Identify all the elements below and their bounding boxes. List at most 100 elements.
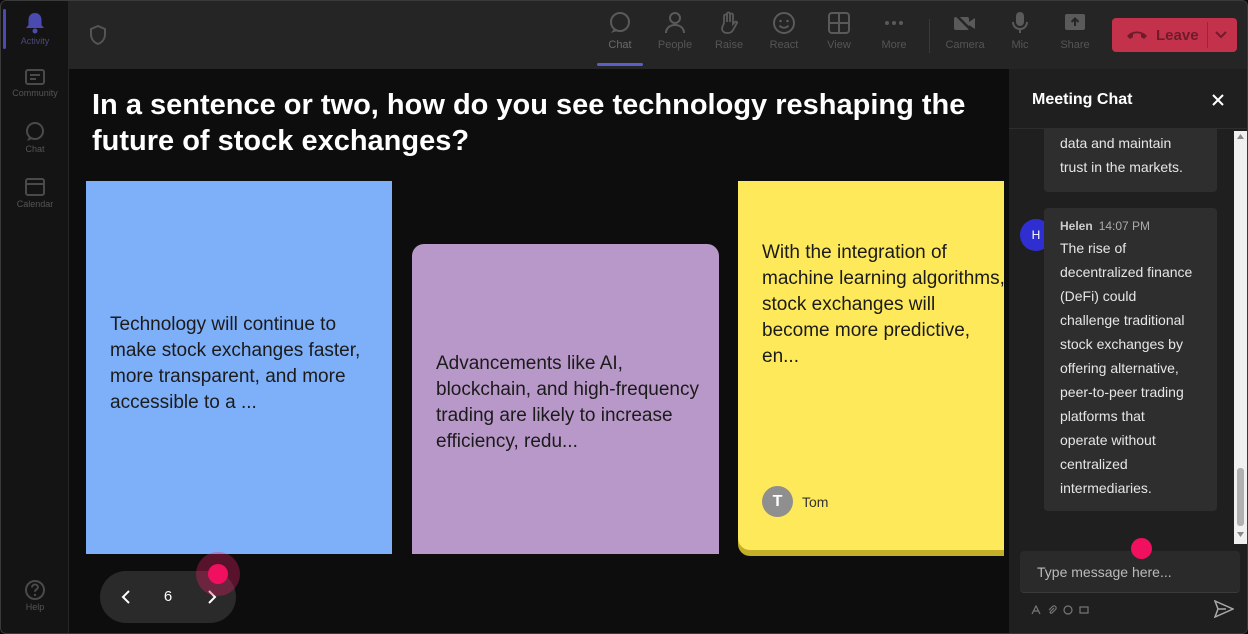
chat-header: Meeting Chat bbox=[1009, 69, 1247, 129]
message-line: (DeFi) could bbox=[1060, 288, 1137, 304]
card-text-line: machine learning algorithms, bbox=[762, 268, 1004, 289]
scroll-up-arrow-icon[interactable] bbox=[1237, 133, 1244, 140]
chat-scrollbar[interactable] bbox=[1234, 131, 1247, 544]
message-line: operate without bbox=[1060, 432, 1156, 448]
card-text: Technology will continue to make stock e… bbox=[110, 314, 361, 413]
page-number: 6 bbox=[163, 588, 173, 605]
phone-hangup-icon bbox=[1127, 31, 1147, 39]
share-screen-icon bbox=[1065, 14, 1085, 30]
toolbar-raise-button[interactable]: Raise bbox=[705, 11, 753, 61]
chat-format-tools bbox=[1031, 605, 1089, 615]
chat-message-input[interactable]: Type message here... bbox=[1020, 551, 1240, 593]
chat-messages: data and maintain trust in the markets. … bbox=[1009, 129, 1247, 544]
toolbar-divider bbox=[929, 19, 930, 53]
toolbar-more-button[interactable]: More bbox=[870, 11, 918, 61]
response-card[interactable]: Advancements like AI, blockchain, and hi… bbox=[412, 244, 719, 554]
toolbar-camera-button[interactable]: Camera bbox=[941, 11, 989, 61]
rail-label: Activity bbox=[20, 36, 50, 46]
message-line: platforms that bbox=[1060, 408, 1145, 424]
community-icon bbox=[25, 69, 45, 85]
rail-label: Community bbox=[12, 88, 58, 98]
card-text-line: With the integration of bbox=[762, 242, 947, 263]
toolbar-label: Camera bbox=[945, 39, 985, 51]
toolbar-label: People bbox=[657, 39, 693, 51]
rail-label: Calendar bbox=[16, 199, 54, 209]
response-card[interactable]: With the integration of machine learning… bbox=[738, 181, 1004, 550]
hand-icon bbox=[721, 11, 738, 34]
toolbar-label: Share bbox=[1060, 39, 1090, 51]
chevron-left-icon[interactable] bbox=[118, 588, 136, 606]
avatar: T bbox=[762, 486, 793, 517]
camera-off-icon bbox=[954, 13, 975, 34]
card-text: Advancements like AI, blockchain, and hi… bbox=[436, 353, 700, 452]
attach-icon[interactable] bbox=[1047, 605, 1057, 615]
app-rail: Activity Community Chat Calendar Help bbox=[1, 1, 69, 633]
card-author: T Tom bbox=[762, 486, 828, 517]
response-card[interactable]: Technology will continue to make stock e… bbox=[86, 181, 392, 554]
chat-message: Helen 14:07 PM The rise of decentralized … bbox=[1044, 208, 1217, 511]
message-line: intermediaries. bbox=[1060, 480, 1152, 496]
active-tab-underline bbox=[597, 63, 643, 66]
toolbar-view-button[interactable]: View bbox=[815, 11, 863, 61]
toolbar-chat-button[interactable]: Chat bbox=[596, 11, 644, 61]
message-time: 14:07 PM bbox=[1098, 219, 1151, 233]
toolbar-label: Mic bbox=[1011, 39, 1029, 51]
card-text: With the integration of machine learning… bbox=[762, 240, 1004, 370]
shield-icon[interactable] bbox=[89, 25, 107, 45]
message-line: offering alternative, bbox=[1060, 360, 1179, 376]
toolbar-label: Raise bbox=[714, 39, 744, 51]
format-icon[interactable] bbox=[1031, 605, 1041, 615]
question-title: In a sentence or two, how do you see tec… bbox=[92, 89, 966, 157]
toolbar-people-button[interactable]: People bbox=[651, 11, 699, 61]
message-meta: Helen 14:07 PM bbox=[1060, 216, 1217, 236]
message-line: stock exchanges by bbox=[1060, 336, 1183, 352]
toolbar-label: View bbox=[827, 39, 851, 51]
message-author: Helen bbox=[1060, 219, 1093, 233]
more-icon bbox=[885, 21, 903, 25]
toolbar-label: Chat bbox=[608, 39, 632, 51]
microphone-icon bbox=[1012, 12, 1028, 33]
card-text-line: stock exchanges will bbox=[762, 294, 936, 315]
click-indicator bbox=[196, 552, 240, 596]
chat-icon bbox=[26, 122, 44, 141]
chat-icon bbox=[610, 12, 630, 33]
message-line: decentralized finance bbox=[1060, 264, 1193, 280]
rail-item-chat[interactable]: Chat bbox=[1, 121, 69, 171]
calendar-icon bbox=[25, 178, 45, 196]
grid-view-icon bbox=[828, 12, 850, 34]
scrollbar-thumb[interactable] bbox=[1237, 468, 1244, 526]
toolbar-label: React bbox=[769, 39, 799, 51]
rail-label: Chat bbox=[25, 144, 45, 154]
leave-button[interactable]: Leave bbox=[1112, 18, 1237, 52]
chat-message: data and maintain trust in the markets. bbox=[1044, 129, 1217, 192]
card-text-line: en... bbox=[762, 346, 799, 367]
rail-item-calendar[interactable]: Calendar bbox=[1, 176, 69, 226]
toolbar-mic-button[interactable]: Mic bbox=[996, 11, 1044, 61]
message-line: challenge traditional bbox=[1060, 312, 1185, 328]
chevron-down-icon[interactable] bbox=[1214, 28, 1228, 42]
rail-item-help[interactable]: Help bbox=[1, 579, 69, 629]
smiley-icon bbox=[773, 12, 795, 34]
message-line: centralized bbox=[1060, 456, 1128, 472]
message-line: trust in the markets. bbox=[1060, 159, 1183, 175]
scroll-down-arrow-icon[interactable] bbox=[1237, 531, 1244, 538]
close-icon[interactable] bbox=[1210, 92, 1226, 108]
meeting-chat-panel: Meeting Chat data and maintain trust in … bbox=[1009, 69, 1247, 633]
rail-label: Help bbox=[25, 602, 45, 612]
chat-title: Meeting Chat bbox=[1032, 91, 1133, 108]
message-line: peer-to-peer trading bbox=[1060, 384, 1184, 400]
message-line: data and maintain bbox=[1060, 135, 1172, 151]
bell-icon bbox=[26, 13, 44, 34]
meeting-window: Activity Community Chat Calendar Help Ch… bbox=[0, 0, 1248, 634]
gif-icon[interactable] bbox=[1079, 605, 1089, 615]
click-indicator bbox=[1131, 538, 1152, 559]
rail-item-activity[interactable]: Activity bbox=[1, 11, 69, 61]
presentation-stage: In a sentence or two, how do you see tec… bbox=[69, 69, 1009, 633]
emoji-icon[interactable] bbox=[1063, 605, 1073, 615]
send-icon[interactable] bbox=[1214, 600, 1234, 618]
toolbar-react-button[interactable]: React bbox=[760, 11, 808, 61]
people-icon bbox=[665, 12, 685, 34]
toolbar-share-button[interactable]: Share bbox=[1051, 11, 1099, 61]
leave-divider bbox=[1207, 22, 1208, 48]
rail-item-community[interactable]: Community bbox=[1, 67, 69, 117]
